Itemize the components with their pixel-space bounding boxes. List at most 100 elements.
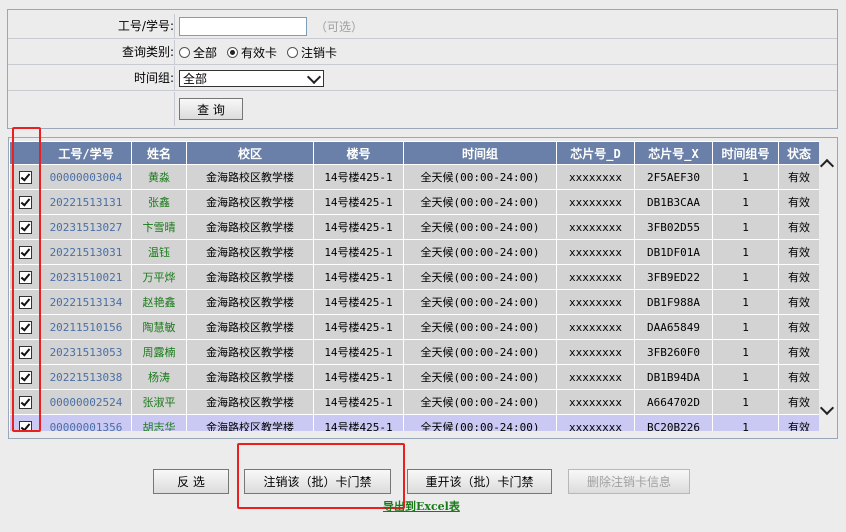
cell-id[interactable]: 20221513134	[40, 289, 132, 315]
group-label: 时间组:	[8, 66, 175, 90]
export-excel-link[interactable]: 导出到Excel表	[383, 498, 460, 514]
cell-building: 14号楼425-1	[313, 164, 404, 190]
header-building[interactable]: 楼号	[313, 141, 404, 165]
cell-time-group: 全天候(00:00-24:00)	[403, 414, 557, 431]
cell-group-no: 1	[712, 314, 779, 340]
table-row[interactable]: 20231510021 万平烨 金海路校区教学楼 14号楼425-1 全天候(00:00…	[9, 264, 819, 290]
cell-time-group: 全天候(00:00-24:00)	[403, 239, 557, 265]
table-row[interactable]: 20221513134 赵艳鑫 金海路校区教学楼 14号楼425-1 全天候(00:00…	[9, 289, 819, 315]
cancel-card-button[interactable]: 注销该（批）卡门禁	[244, 469, 391, 494]
header-chip-d[interactable]: 芯片号_D	[556, 141, 635, 165]
cell-id[interactable]: 00000003004	[40, 164, 132, 190]
cell-name[interactable]: 卞雪晴	[131, 214, 187, 240]
cell-id[interactable]: 20221513131	[40, 189, 132, 215]
id-input[interactable]	[179, 16, 307, 36]
cell-time-group: 全天候(00:00-24:00)	[403, 214, 557, 240]
type-radio-cancelled[interactable]: 注销卡	[287, 44, 337, 61]
cell-building: 14号楼425-1	[313, 314, 404, 340]
type-row: 查询类别: 全部 有效卡 注销卡	[8, 40, 837, 65]
cell-chip-d: xxxxxxxx	[556, 164, 635, 190]
cell-chip-x: 2F5AEF30	[634, 164, 713, 190]
cell-name[interactable]: 赵艳鑫	[131, 289, 187, 315]
cell-chip-x: A664702D	[634, 389, 713, 415]
cell-chip-x: DB1DF01A	[634, 239, 713, 265]
table-scrollbar[interactable]	[819, 141, 836, 431]
cell-status: 有效	[778, 414, 819, 431]
cell-chip-d: xxxxxxxx	[556, 214, 635, 240]
cell-name[interactable]: 张淑平	[131, 389, 187, 415]
header-group-no[interactable]: 时间组号	[712, 141, 779, 165]
cell-name[interactable]: 陶慧敏	[131, 314, 187, 340]
cell-group-no: 1	[712, 189, 779, 215]
cell-id[interactable]: 00000002524	[40, 389, 132, 415]
table-row[interactable]: 00000003004 黄淼 金海路校区教学楼 14号楼425-1 全天候(00:00-…	[9, 164, 819, 190]
table-row[interactable]: 20231513053 周露楠 金海路校区教学楼 14号楼425-1 全天候(00:00…	[9, 339, 819, 365]
table-row[interactable]: 00000002524 张淑平 金海路校区教学楼 14号楼425-1 全天候(00:00…	[9, 389, 819, 415]
cell-chip-d: xxxxxxxx	[556, 364, 635, 390]
query-button[interactable]: 查 询	[179, 98, 243, 120]
scroll-down-icon[interactable]	[819, 400, 835, 416]
cell-status: 有效	[778, 314, 819, 340]
table-row[interactable]: 20221513031 温钰 金海路校区教学楼 14号楼425-1 全天候(00:00-…	[9, 239, 819, 265]
cell-chip-d: xxxxxxxx	[556, 239, 635, 265]
table-header-row: 工号/学号 姓名 校区 楼号 时间组 芯片号_D 芯片号_X 时间组号 状态	[9, 141, 819, 165]
cell-id[interactable]: 20221513038	[40, 364, 132, 390]
header-name[interactable]: 姓名	[131, 141, 187, 165]
cell-id[interactable]: 00000001356	[40, 414, 132, 431]
table-row[interactable]: 00000001356 胡志华 金海路校区教学楼 14号楼425-1 全天候(00:00…	[9, 414, 819, 431]
header-chip-x[interactable]: 芯片号_X	[634, 141, 713, 165]
cell-building: 14号楼425-1	[313, 264, 404, 290]
radio-selected-icon	[227, 46, 239, 58]
cell-campus: 金海路校区教学楼	[186, 239, 314, 265]
cell-id[interactable]: 20221513031	[40, 239, 132, 265]
cell-campus: 金海路校区教学楼	[186, 364, 314, 390]
cell-status: 有效	[778, 164, 819, 190]
table-row[interactable]: 20231513027 卞雪晴 金海路校区教学楼 14号楼425-1 全天候(00:00…	[9, 214, 819, 240]
chevron-down-icon	[306, 69, 322, 84]
cell-time-group: 全天候(00:00-24:00)	[403, 189, 557, 215]
type-radio-valid[interactable]: 有效卡	[227, 44, 277, 61]
cell-campus: 金海路校区教学楼	[186, 339, 314, 365]
scroll-up-icon[interactable]	[819, 158, 835, 174]
cell-time-group: 全天候(00:00-24:00)	[403, 364, 557, 390]
cell-name[interactable]: 张鑫	[131, 189, 187, 215]
cell-status: 有效	[778, 239, 819, 265]
table-row[interactable]: 20211510156 陶慧敏 金海路校区教学楼 14号楼425-1 全天候(00:00…	[9, 314, 819, 340]
type-label: 查询类别:	[8, 40, 175, 64]
cell-building: 14号楼425-1	[313, 339, 404, 365]
table-row[interactable]: 20221513131 张鑫 金海路校区教学楼 14号楼425-1 全天候(00:00-…	[9, 189, 819, 215]
cell-name[interactable]: 万平烨	[131, 264, 187, 290]
cell-id[interactable]: 20231510021	[40, 264, 132, 290]
time-group-select[interactable]: 全部	[179, 69, 324, 87]
reopen-card-button[interactable]: 重开该（批）卡门禁	[407, 469, 552, 494]
cell-name[interactable]: 黄淼	[131, 164, 187, 190]
cell-name[interactable]: 杨涛	[131, 364, 187, 390]
cell-status: 有效	[778, 364, 819, 390]
cell-chip-x: DAA65849	[634, 314, 713, 340]
cell-name[interactable]: 温钰	[131, 239, 187, 265]
type-radio-cancelled-label: 注销卡	[301, 45, 338, 60]
header-campus[interactable]: 校区	[186, 141, 314, 165]
cell-campus: 金海路校区教学楼	[186, 389, 314, 415]
cell-id[interactable]: 20211510156	[40, 314, 132, 340]
cell-chip-x: BC20B226	[634, 414, 713, 431]
header-status[interactable]: 状态	[778, 141, 819, 165]
id-label: 工号/学号:	[8, 14, 175, 38]
radio-circle-icon	[287, 46, 299, 58]
cell-chip-x: 3FB02D55	[634, 214, 713, 240]
table-viewport: 工号/学号 姓名 校区 楼号 时间组 芯片号_D 芯片号_X 时间组号 状态 0…	[9, 141, 819, 431]
header-id[interactable]: 工号/学号	[40, 141, 132, 165]
type-radio-valid-label: 有效卡	[241, 45, 278, 60]
delete-cancelled-button[interactable]: 删除注销卡信息	[568, 469, 690, 494]
cell-id[interactable]: 20231513027	[40, 214, 132, 240]
cell-id[interactable]: 20231513053	[40, 339, 132, 365]
cell-name[interactable]: 周露楠	[131, 339, 187, 365]
cell-group-no: 1	[712, 339, 779, 365]
cell-name[interactable]: 胡志华	[131, 414, 187, 431]
invert-selection-button[interactable]: 反 选	[153, 469, 229, 494]
table-row[interactable]: 20221513038 杨涛 金海路校区教学楼 14号楼425-1 全天候(00:00-…	[9, 364, 819, 390]
header-time-group[interactable]: 时间组	[403, 141, 557, 165]
cell-chip-d: xxxxxxxx	[556, 264, 635, 290]
type-radio-all[interactable]: 全部	[179, 44, 217, 61]
card-table: 工号/学号 姓名 校区 楼号 时间组 芯片号_D 芯片号_X 时间组号 状态 0…	[9, 141, 819, 431]
